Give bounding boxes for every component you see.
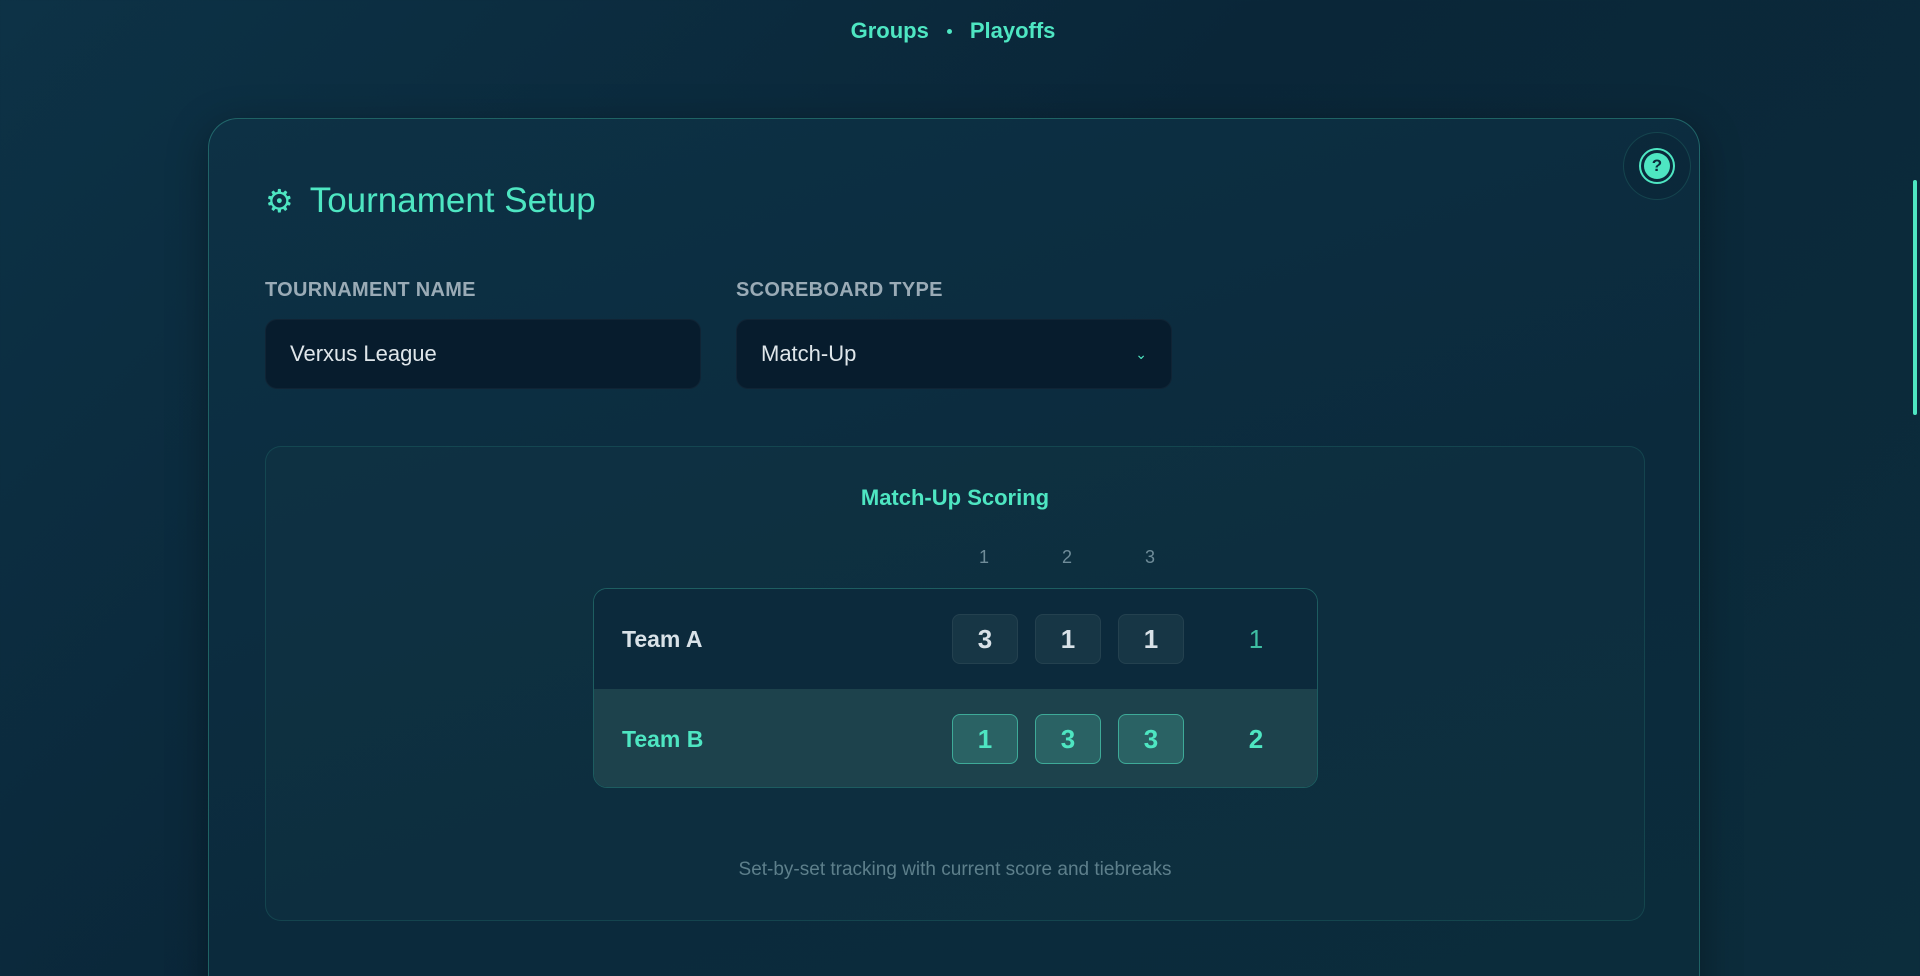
- help-ring: ?: [1639, 148, 1675, 184]
- scoring-description: Set-by-set tracking with current score a…: [266, 859, 1644, 881]
- nav-groups[interactable]: Groups: [851, 18, 929, 44]
- tournament-name-value: Verxus League: [290, 341, 437, 367]
- set-score[interactable]: 1: [952, 714, 1018, 764]
- set-score[interactable]: 1: [1035, 614, 1101, 664]
- chevron-down-icon: ⌄: [1135, 346, 1147, 363]
- tournament-name-input[interactable]: Verxus League: [265, 319, 701, 389]
- team-name: Team A: [622, 626, 703, 653]
- scoring-title: Match-Up Scoring: [266, 485, 1644, 511]
- nav-separator: [947, 29, 952, 34]
- help-button[interactable]: ?: [1623, 132, 1691, 200]
- scoreboard-type-value: Match-Up: [761, 341, 856, 367]
- team-row-a: Team A 3 1 1 1: [594, 589, 1317, 689]
- scrollbar-thumb[interactable]: [1913, 180, 1917, 415]
- set-header-3: 3: [1117, 547, 1183, 568]
- scrollbar[interactable]: [1906, 0, 1920, 976]
- page-title-text: Tournament Setup: [310, 181, 596, 221]
- scoreboard-type-label: SCOREBOARD TYPE: [736, 279, 943, 302]
- tournament-name-label: TOURNAMENT NAME: [265, 279, 476, 302]
- set-header-1: 1: [951, 547, 1017, 568]
- match-up-scoring-panel: Match-Up Scoring 1 2 3 Team A 3 1 1 1 Te…: [265, 446, 1645, 921]
- team-row-b: Team B 1 3 3 2: [594, 689, 1317, 788]
- gear-icon: ⚙: [265, 185, 294, 217]
- top-nav: Groups Playoffs: [0, 18, 1906, 44]
- score-table: Team A 3 1 1 1 Team B 1 3 3 2: [593, 588, 1318, 788]
- tournament-setup-card: ? ⚙ Tournament Setup TOURNAMENT NAME Ver…: [208, 118, 1700, 976]
- set-header-2: 2: [1034, 547, 1100, 568]
- page-title: ⚙ Tournament Setup: [265, 181, 596, 221]
- set-score[interactable]: 3: [952, 614, 1018, 664]
- sets-won-total: 2: [1236, 724, 1276, 755]
- nav-playoffs[interactable]: Playoffs: [970, 18, 1056, 44]
- help-icon: ?: [1644, 153, 1670, 179]
- scoreboard-type-select[interactable]: Match-Up ⌄: [736, 319, 1172, 389]
- set-score[interactable]: 1: [1118, 614, 1184, 664]
- sets-won-total: 1: [1236, 624, 1276, 655]
- team-name: Team B: [622, 726, 703, 753]
- set-score[interactable]: 3: [1035, 714, 1101, 764]
- set-score[interactable]: 3: [1118, 714, 1184, 764]
